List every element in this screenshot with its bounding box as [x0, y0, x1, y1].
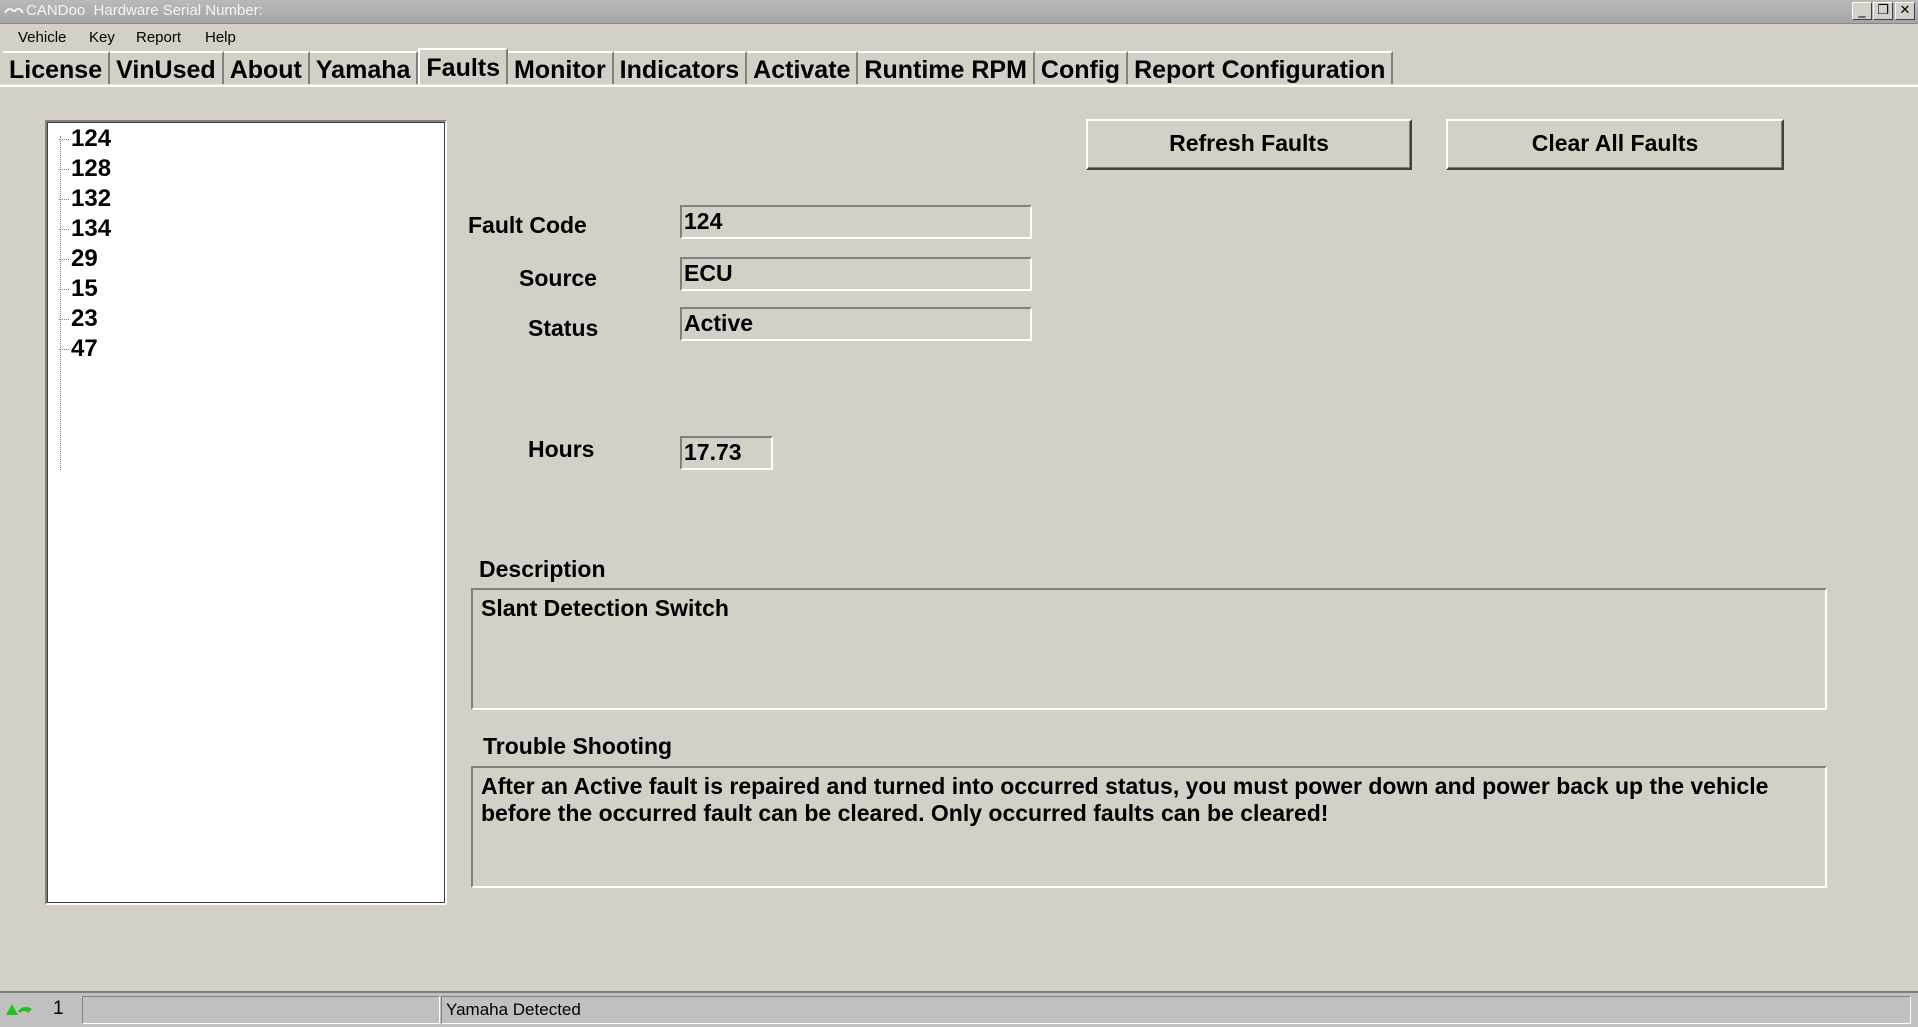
minimize-button[interactable]: _ — [1852, 2, 1872, 20]
tab-report-configuration[interactable]: Report Configuration — [1128, 51, 1394, 84]
fault-tree-item[interactable]: 134 — [59, 214, 111, 244]
tab-vinused[interactable]: VinUsed — [110, 51, 224, 84]
restore-button[interactable]: ❐ — [1873, 2, 1893, 20]
close-button[interactable]: ✕ — [1895, 2, 1915, 20]
menu-bar: Vehicle Key Report Help — [0, 24, 1918, 50]
menu-key[interactable]: Key — [89, 29, 115, 46]
window-title: CANDoo Hardware Serial Number: — [26, 2, 263, 19]
refresh-faults-button[interactable]: Refresh Faults — [1086, 119, 1412, 170]
tab-panel-border — [0, 84, 1918, 87]
fault-tree-item[interactable]: 124 — [59, 124, 111, 154]
status-label: Status — [528, 315, 599, 341]
tab-yamaha[interactable]: Yamaha — [309, 51, 419, 84]
tab-license[interactable]: License — [3, 51, 111, 84]
app-logo-icon — [4, 7, 24, 14]
status-count: 1 — [53, 998, 64, 1019]
fault-code-field[interactable]: 124 — [680, 205, 1032, 239]
tab-activate[interactable]: Activate — [747, 51, 859, 84]
menu-vehicle[interactable]: Vehicle — [18, 29, 66, 46]
menu-help[interactable]: Help — [205, 29, 236, 46]
fault-tree-item[interactable]: 29 — [59, 244, 98, 274]
fault-tree-item[interactable]: 23 — [59, 304, 98, 334]
fault-tree-item[interactable]: 15 — [59, 274, 98, 304]
tab-bar: License VinUsed About Yamaha Faults Moni… — [3, 48, 1394, 85]
troubleshooting-textbox[interactable]: After an Active fault is repaired and tu… — [471, 766, 1827, 888]
source-label: Source — [519, 265, 597, 291]
hours-label: Hours — [528, 436, 595, 462]
tab-config[interactable]: Config — [1034, 51, 1129, 84]
tab-about[interactable]: About — [223, 51, 310, 84]
status-bar: 1 Yamaha Detected — [0, 991, 1918, 1027]
hours-field[interactable]: 17.73 — [680, 436, 773, 470]
troubleshooting-label: Trouble Shooting — [483, 733, 673, 759]
tab-indicators[interactable]: Indicators — [613, 51, 748, 84]
tree-connector — [60, 136, 62, 470]
tab-runtime-rpm[interactable]: Runtime RPM — [858, 51, 1035, 84]
tab-faults[interactable]: Faults — [418, 48, 509, 84]
fault-tree[interactable]: 124 128 132 134 29 15 23 47 — [45, 120, 447, 905]
description-textbox[interactable]: Slant Detection Switch — [471, 588, 1827, 710]
fault-tree-item[interactable]: 47 — [59, 334, 98, 364]
status-message: Yamaha Detected — [441, 996, 1911, 1024]
source-field[interactable]: ECU — [680, 257, 1032, 291]
fault-tree-item[interactable]: 128 — [59, 154, 111, 184]
tab-monitor[interactable]: Monitor — [508, 51, 614, 84]
menu-report[interactable]: Report — [136, 29, 181, 46]
fault-code-label: Fault Code — [468, 212, 587, 238]
description-label: Description — [479, 556, 606, 582]
status-field[interactable]: Active — [680, 307, 1032, 341]
title-bar: CANDoo Hardware Serial Number: _ ❐ ✕ — [0, 0, 1918, 24]
connection-status-icon — [6, 1004, 32, 1015]
fault-tree-item[interactable]: 132 — [59, 184, 111, 214]
status-progress-cell — [82, 996, 440, 1024]
clear-all-faults-button[interactable]: Clear All Faults — [1446, 119, 1784, 170]
